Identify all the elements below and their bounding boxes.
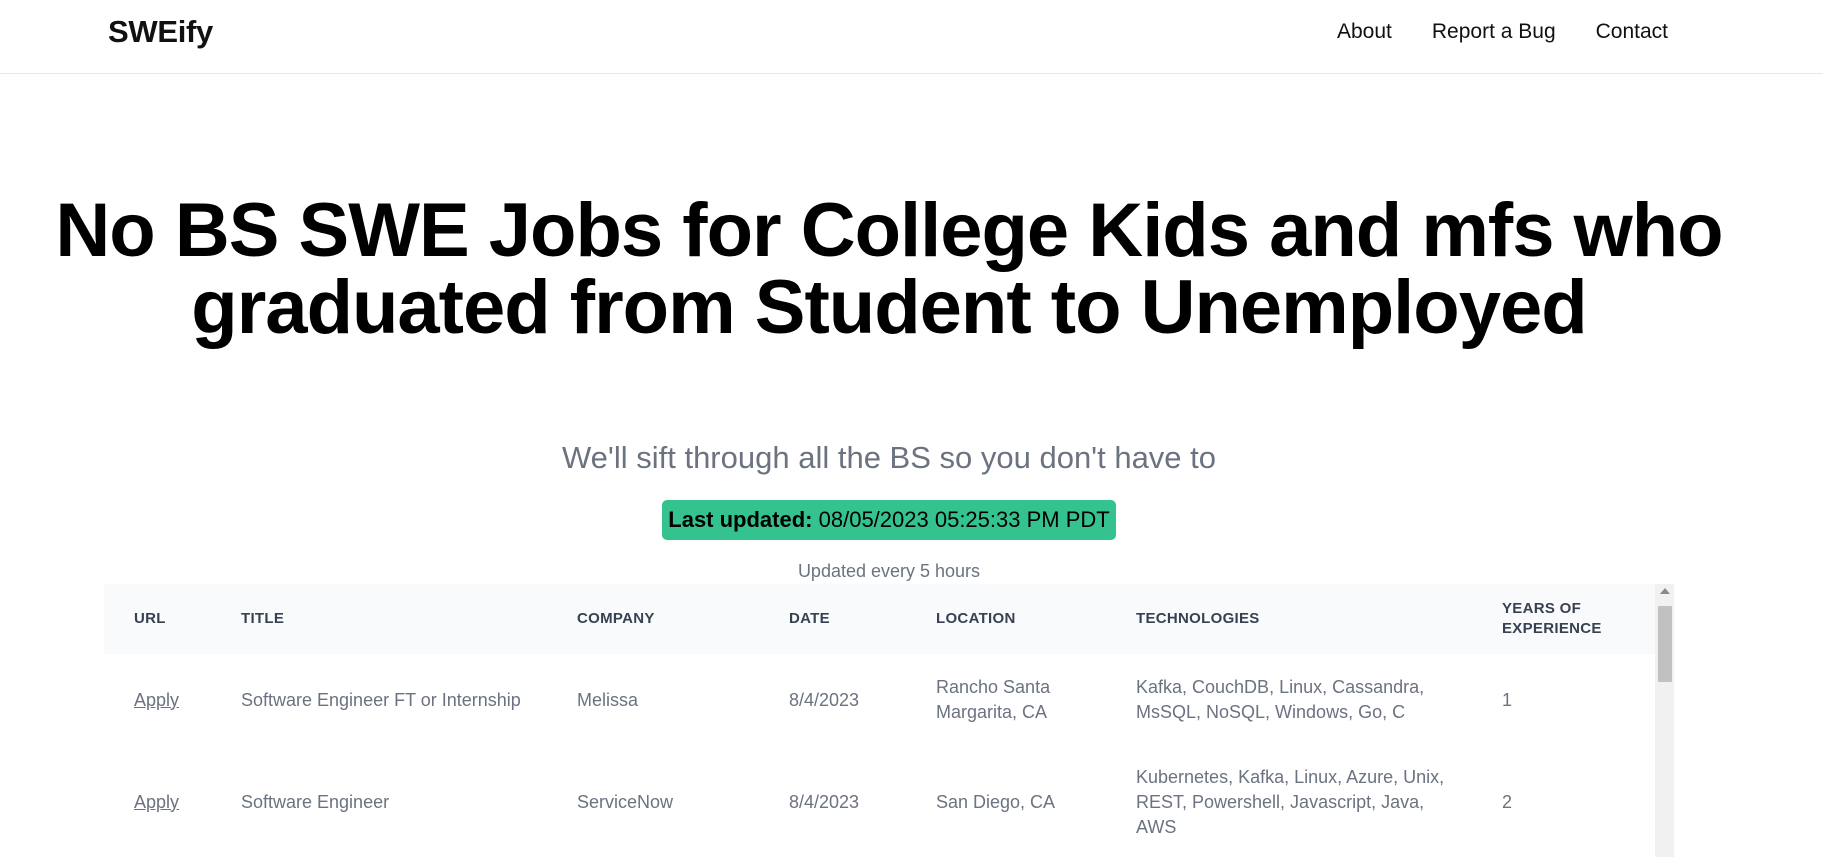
jobs-table-container: URL TITLE COMPANY DATE LOCATION TECHNOLO… bbox=[104, 584, 1674, 857]
column-header-location: LOCATION bbox=[936, 610, 1016, 627]
apply-link[interactable]: Apply bbox=[134, 792, 179, 812]
cell-company: ServiceNow bbox=[577, 791, 674, 812]
cell-location: Rancho Santa Margarita, CA bbox=[936, 677, 1051, 722]
brand-logo[interactable]: SWEify bbox=[108, 14, 213, 50]
table-header-row: URL TITLE COMPANY DATE LOCATION TECHNOLO… bbox=[104, 584, 1655, 654]
nav-link-report-bug[interactable]: Report a Bug bbox=[1432, 20, 1556, 44]
cell-technologies: Kubernetes, Kafka, Linux, Azure, Unix, R… bbox=[1136, 766, 1445, 837]
column-header-url: URL bbox=[134, 610, 166, 627]
cell-technologies: Kafka, CouchDB, Linux, Cassandra, MsSQL,… bbox=[1136, 677, 1425, 722]
top-navbar: SWEify About Report a Bug Contact bbox=[0, 0, 1823, 74]
cell-title: Software Engineer FT or Internship bbox=[241, 689, 521, 710]
nav-link-about[interactable]: About bbox=[1337, 20, 1392, 44]
cell-years: 1 bbox=[1502, 689, 1513, 710]
scrollbar-thumb[interactable] bbox=[1658, 606, 1672, 682]
nav-links: About Report a Bug Contact bbox=[1337, 20, 1668, 44]
column-header-date: DATE bbox=[789, 610, 830, 627]
jobs-table: URL TITLE COMPANY DATE LOCATION TECHNOLO… bbox=[104, 584, 1655, 857]
apply-link[interactable]: Apply bbox=[134, 690, 179, 710]
last-updated-value: 08/05/2023 05:25:33 PM PDT bbox=[818, 507, 1110, 532]
hero-title: No BS SWE Jobs for College Kids and mfs … bbox=[55, 188, 1723, 350]
column-header-title: TITLE bbox=[241, 610, 285, 627]
table-row: Apply Software Engineer ServiceNow 8/4/2… bbox=[104, 746, 1655, 857]
column-header-company: COMPANY bbox=[577, 610, 655, 627]
update-frequency-note: Updated every 5 hours bbox=[797, 561, 981, 581]
nav-link-contact[interactable]: Contact bbox=[1596, 20, 1668, 44]
scroll-up-arrow-icon[interactable] bbox=[1660, 588, 1670, 594]
last-updated-label: Last updated: bbox=[668, 507, 813, 532]
cell-date: 8/4/2023 bbox=[789, 791, 860, 812]
hero-subtitle: We'll sift through all the BS so you don… bbox=[561, 440, 1217, 475]
cell-years: 2 bbox=[1502, 791, 1513, 812]
table-scrollbar[interactable] bbox=[1655, 584, 1674, 857]
column-header-technologies: TECHNOLOGIES bbox=[1136, 610, 1260, 627]
cell-url: Apply bbox=[104, 654, 211, 746]
last-updated-badge: Last updated: 08/05/2023 05:25:33 PM PDT bbox=[662, 500, 1116, 540]
cell-url: Apply bbox=[104, 746, 211, 857]
cell-company: Melissa bbox=[577, 689, 639, 710]
last-updated-container: Last updated: 08/05/2023 05:25:33 PM PDT bbox=[0, 500, 1778, 540]
cell-title: Software Engineer bbox=[241, 791, 390, 812]
table-row: Apply Software Engineer FT or Internship… bbox=[104, 654, 1655, 746]
column-header-years-of-experience: YEARS OF EXPERIENCE bbox=[1502, 600, 1602, 637]
cell-location: San Diego, CA bbox=[936, 791, 1056, 812]
cell-date: 8/4/2023 bbox=[789, 689, 860, 710]
